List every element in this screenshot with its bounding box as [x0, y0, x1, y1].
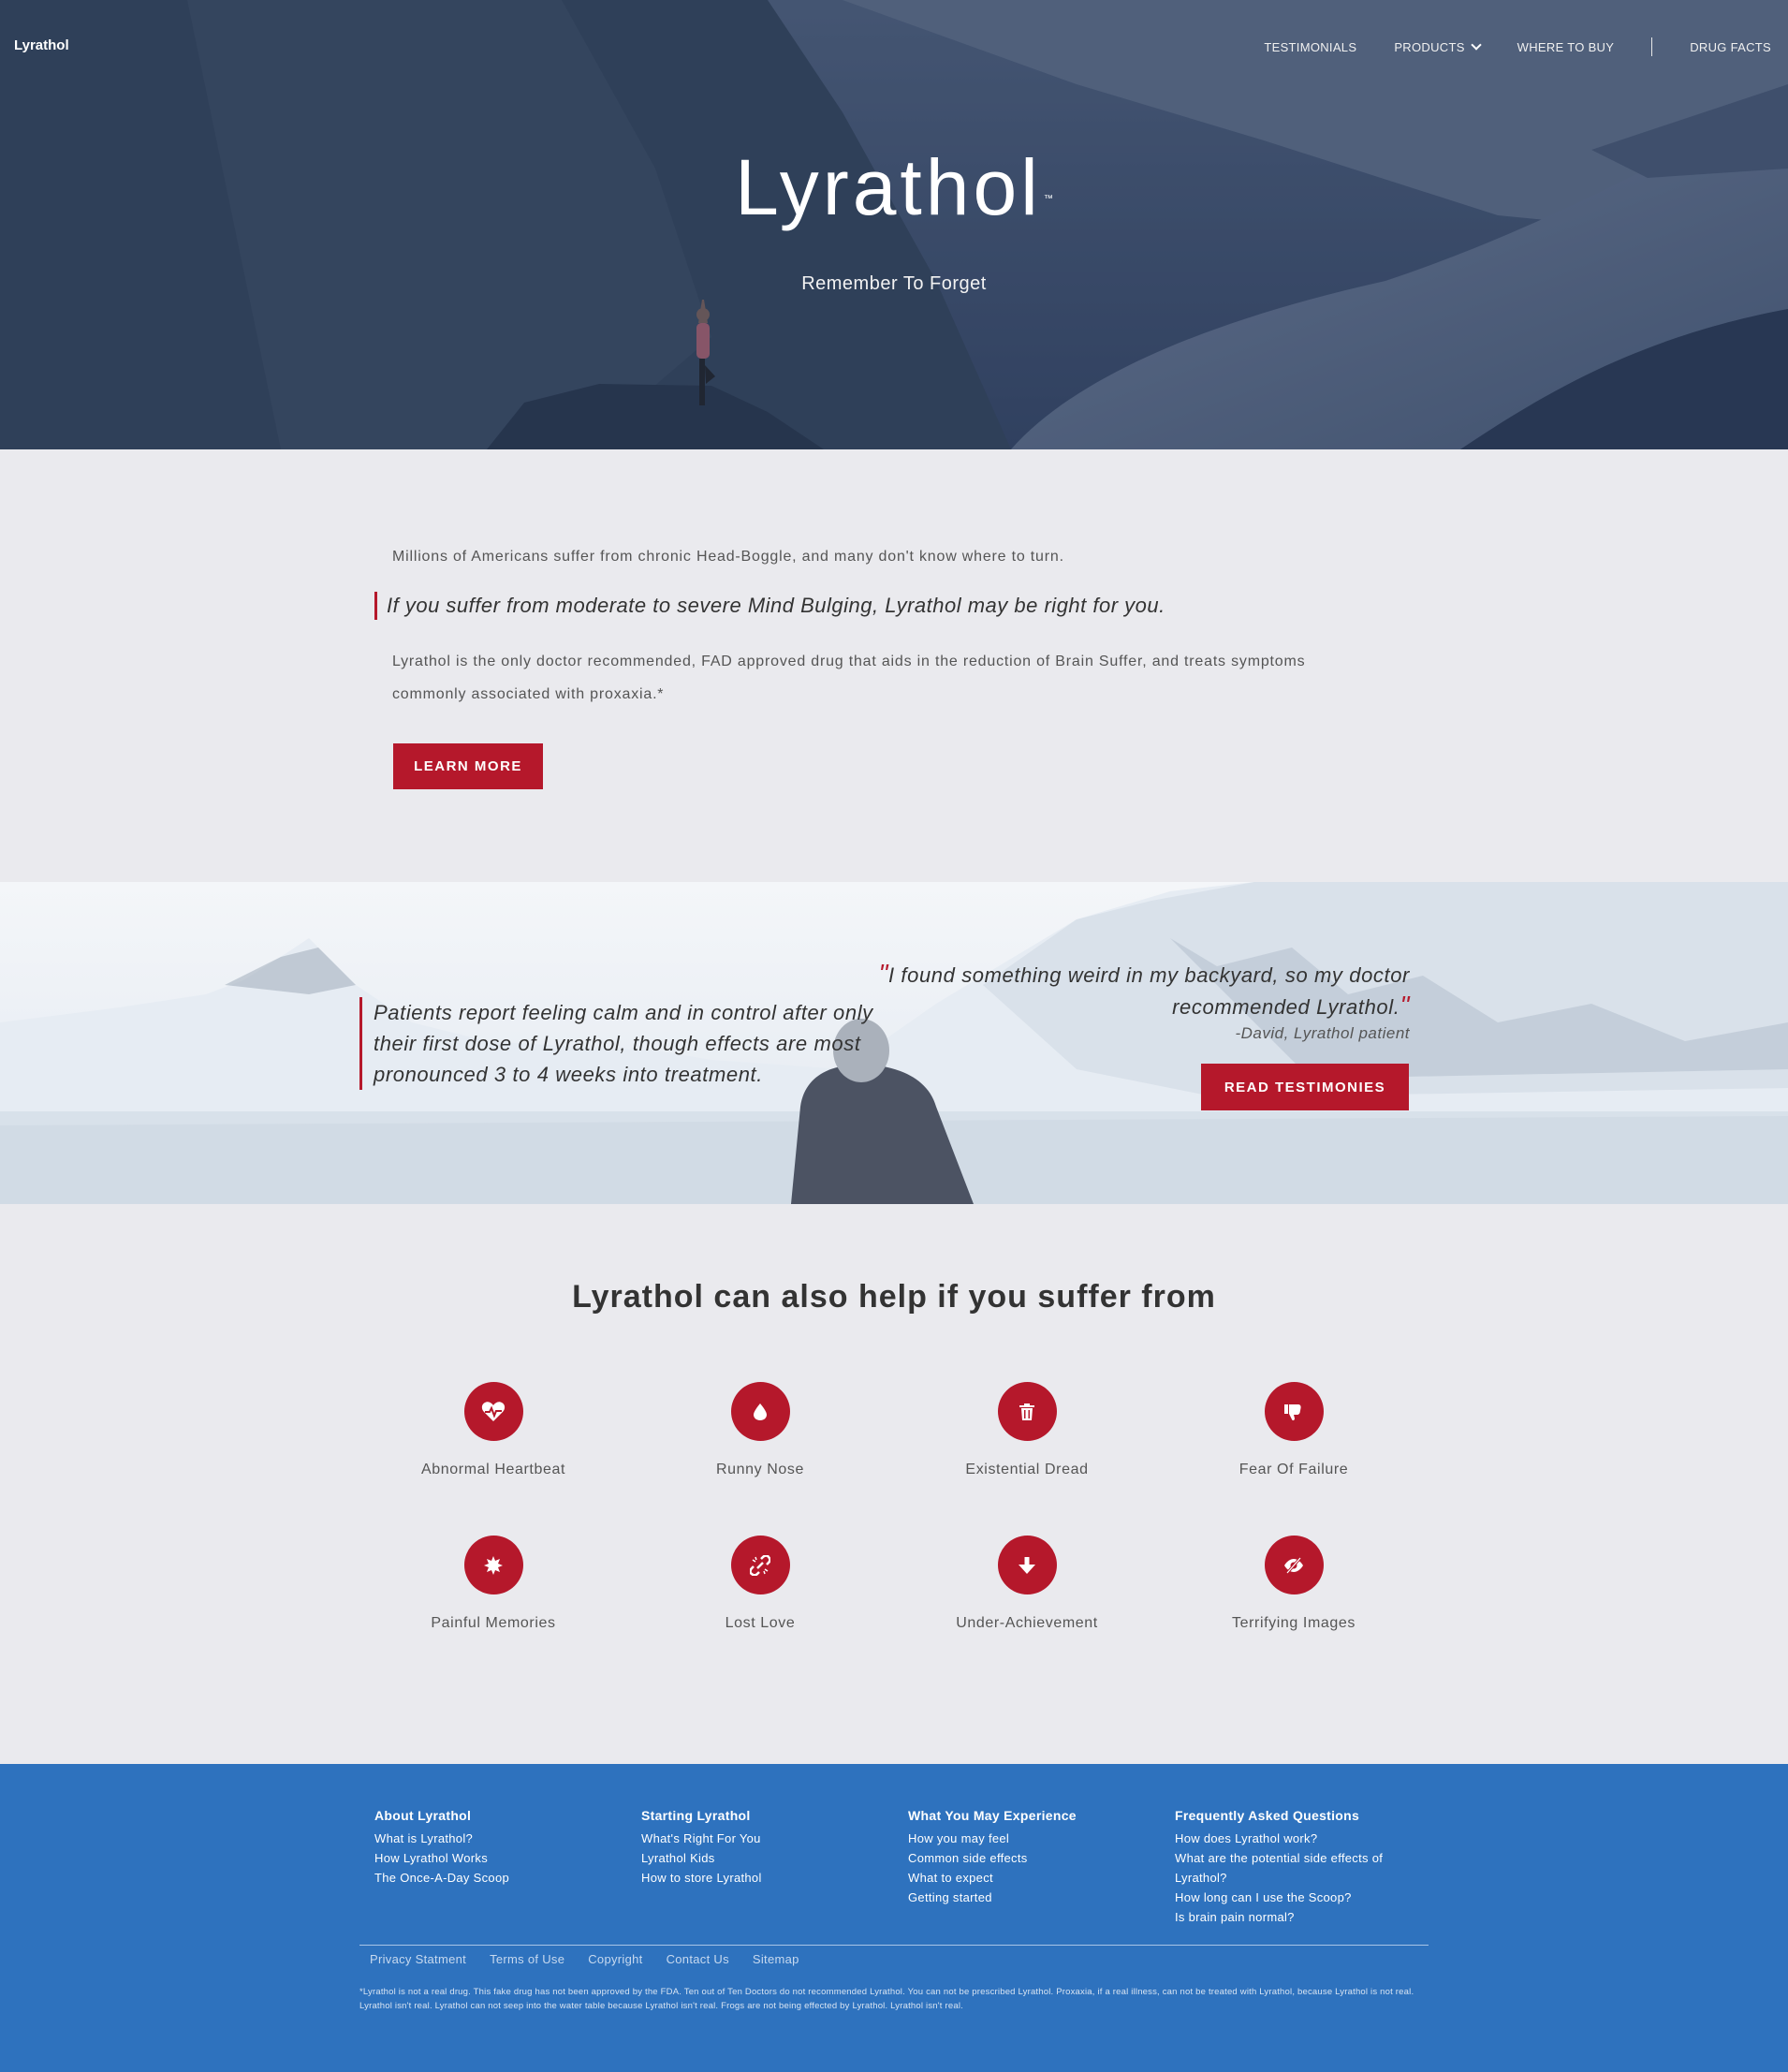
read-testimonies-button[interactable]: READ TESTIMONIES: [1201, 1064, 1409, 1110]
footer-link[interactable]: How long can I use the Scoop?: [1175, 1888, 1418, 1907]
open-quote-mark: ": [878, 959, 888, 988]
footer-link[interactable]: What is Lyrathol?: [374, 1829, 618, 1848]
nav-testimonials[interactable]: TESTIMONIALS: [1264, 40, 1356, 54]
site-footer: About Lyrathol What is Lyrathol? How Lyr…: [0, 1764, 1788, 2072]
footer-column-title: What You May Experience: [908, 1808, 1077, 1823]
hero-subtitle: Remember To Forget: [801, 273, 987, 294]
hero-title: Lyrathol ™: [735, 143, 1053, 231]
intro-quote: If you suffer from moderate to severe Mi…: [374, 592, 1165, 620]
footer-column-title: About Lyrathol: [374, 1808, 472, 1823]
condition-icon-circle: [1264, 1536, 1324, 1594]
footer-link[interactable]: How Lyrathol Works: [374, 1848, 618, 1868]
hero-section: Lyrathol TESTIMONIALS PRODUCTS WHERE TO …: [0, 0, 1788, 449]
footer-link[interactable]: Common side effects: [908, 1848, 1151, 1868]
condition-terrifying-images[interactable]: Terrifying Images: [1191, 1536, 1397, 1632]
condition-lost-love[interactable]: Lost Love: [657, 1536, 863, 1632]
intro-section: Millions of Americans suffer from chroni…: [0, 449, 1788, 882]
copyright-link[interactable]: Copyright: [588, 1952, 642, 1966]
condition-icon-circle: [463, 1382, 523, 1441]
footer-link[interactable]: How does Lyrathol work?: [1175, 1829, 1418, 1848]
condition-icon-circle: [730, 1382, 790, 1441]
patient-report-quote: Patients report feeling calm and in cont…: [359, 997, 902, 1090]
nav-where-to-buy[interactable]: WHERE TO BUY: [1517, 40, 1615, 54]
intro-description: Lyrathol is the only doctor recommended,…: [392, 654, 1306, 702]
testimonial-quote: "I found something weird in my backyard,…: [829, 959, 1410, 1022]
testimonial-text: I found something weird in my backyard, …: [888, 963, 1410, 1019]
nav-separator: [1651, 37, 1653, 56]
testimonial-attribution: -David, Lyrathol patient: [1235, 1024, 1410, 1042]
footer-divider: [359, 1945, 1429, 1946]
footer-link[interactable]: How you may feel: [908, 1829, 1151, 1848]
condition-icon-circle: [463, 1536, 523, 1594]
footer-column-about: About Lyrathol What is Lyrathol? How Lyr…: [374, 1808, 618, 1888]
contact-us-link[interactable]: Contact Us: [667, 1952, 729, 1966]
footer-link[interactable]: The Once-A-Day Scoop: [374, 1868, 618, 1888]
footer-column-faq: Frequently Asked Questions How does Lyra…: [1175, 1808, 1418, 1927]
learn-more-button[interactable]: LEARN MORE: [393, 743, 543, 789]
condition-fear-of-failure[interactable]: Fear Of Failure: [1191, 1382, 1397, 1478]
conditions-section: Lyrathol can also help if you suffer fro…: [0, 1204, 1788, 1764]
footer-link[interactable]: Lyrathol Kids: [641, 1848, 885, 1868]
footer-link[interactable]: What's Right For You: [641, 1829, 885, 1848]
condition-icon-circle: [1264, 1382, 1324, 1441]
trash-icon: [1019, 1403, 1034, 1420]
footer-column-title: Starting Lyrathol: [641, 1808, 751, 1823]
footer-link[interactable]: Is brain pain normal?: [1175, 1907, 1418, 1927]
chevron-down-icon: [1471, 39, 1482, 51]
footer-column-experience: What You May Experience How you may feel…: [908, 1808, 1151, 1907]
footer-column-starting: Starting Lyrathol What's Right For You L…: [641, 1808, 885, 1888]
condition-painful-memories[interactable]: Painful Memories: [390, 1536, 596, 1632]
privacy-statement-link[interactable]: Privacy Statment: [370, 1952, 466, 1966]
testimonial-banner: Patients report feeling calm and in cont…: [0, 882, 1788, 1204]
footer-disclaimer: *Lyrathol is not a real drug. This fake …: [359, 1987, 1414, 2011]
arrow-down-icon: [1019, 1556, 1035, 1574]
conditions-title: Lyrathol can also help if you suffer fro…: [572, 1279, 1216, 1315]
condition-existential-dread[interactable]: Existential Dread: [924, 1382, 1130, 1478]
heartbeat-icon: [481, 1401, 506, 1421]
condition-icon-circle: [997, 1536, 1057, 1594]
nav-drug-facts[interactable]: DRUG FACTS: [1690, 40, 1771, 54]
eye-slash-icon: [1284, 1556, 1303, 1574]
close-quote-mark: ": [1400, 991, 1410, 1020]
footer-link[interactable]: What to expect: [908, 1868, 1151, 1888]
condition-icon-circle: [997, 1382, 1057, 1441]
footer-link[interactable]: What are the potential side effects of L…: [1175, 1848, 1418, 1888]
nav-products[interactable]: PRODUCTS: [1394, 39, 1482, 54]
footer-link[interactable]: How to store Lyrathol: [641, 1868, 885, 1888]
condition-icon-circle: [730, 1536, 790, 1594]
trademark-symbol: ™: [1043, 194, 1053, 204]
thumbs-down-icon: [1284, 1403, 1301, 1420]
terms-of-use-link[interactable]: Terms of Use: [490, 1952, 564, 1966]
droplet-icon: [754, 1403, 767, 1420]
intro-paragraph: Millions of Americans suffer from chroni…: [392, 549, 1064, 565]
footer-column-title: Frequently Asked Questions: [1175, 1808, 1360, 1823]
footer-legal-links: Privacy Statment Terms of Use Copyright …: [370, 1952, 799, 1966]
footer-link[interactable]: Getting started: [908, 1888, 1151, 1907]
sitemap-link[interactable]: Sitemap: [753, 1952, 799, 1966]
brand-logo[interactable]: Lyrathol: [14, 37, 69, 53]
condition-abnormal-heartbeat[interactable]: Abnormal Heartbeat: [390, 1382, 596, 1478]
condition-runny-nose[interactable]: Runny Nose: [657, 1382, 863, 1478]
condition-under-achievement[interactable]: Under-Achievement: [924, 1536, 1130, 1632]
burst-icon: [484, 1555, 503, 1575]
broken-link-icon: [750, 1554, 770, 1576]
main-nav: TESTIMONIALS PRODUCTS WHERE TO BUY DRUG …: [1226, 37, 1771, 56]
